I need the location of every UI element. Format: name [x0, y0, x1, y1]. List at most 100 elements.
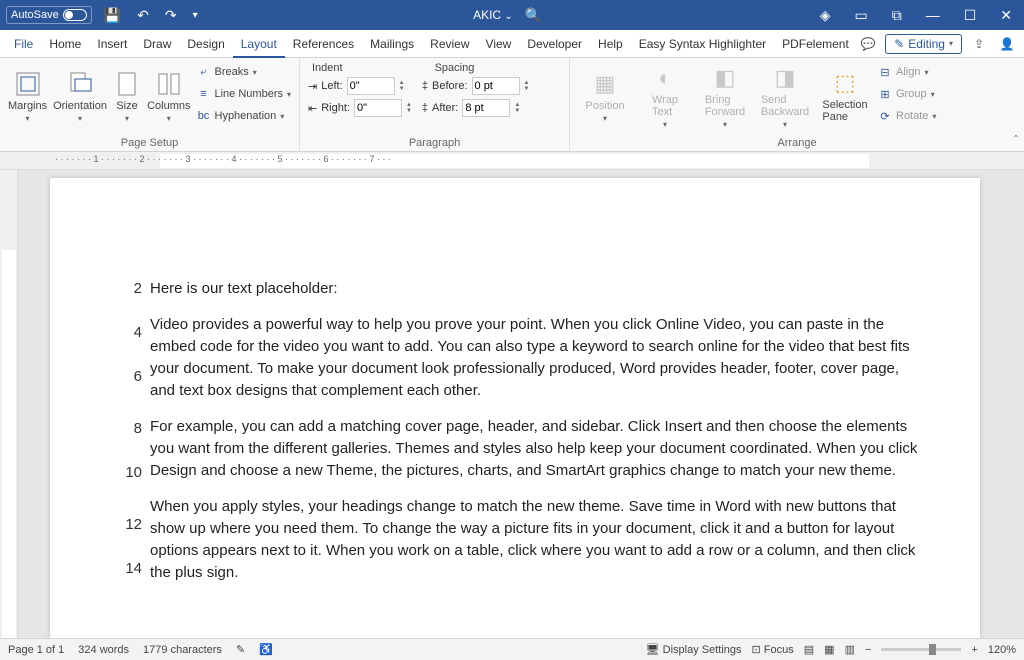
spellcheck-icon[interactable]: ✎ — [236, 643, 245, 656]
spacing-label: Spacing — [435, 62, 475, 74]
redo-icon[interactable]: ↷ — [161, 7, 181, 24]
rotate-button[interactable]: ⟳Rotate ▾ — [878, 106, 936, 126]
tab-references[interactable]: References — [285, 30, 362, 58]
canvas[interactable]: 2 4 6 8 10 12 14 Here is our text placeh… — [18, 170, 1024, 638]
space-before-input[interactable] — [472, 77, 520, 95]
spinner-icon[interactable]: ▲▼ — [524, 80, 530, 92]
zoom-out-button[interactable]: − — [865, 644, 871, 656]
title-right: ◈ ▭ ⧉ — ☐ ✕ — [814, 7, 1018, 24]
maximize-button[interactable]: ☐ — [958, 7, 983, 24]
group-paragraph: Indent Spacing ⇥Left:▲▼ ⇤Right:▲▼ ‡Befor… — [300, 58, 570, 151]
tab-esh[interactable]: Easy Syntax Highlighter — [631, 30, 774, 58]
paragraph[interactable]: Video provides a powerful way to help yo… — [150, 314, 920, 402]
zoom-in-button[interactable]: + — [971, 644, 977, 656]
space-after-input[interactable] — [462, 99, 510, 117]
tab-design[interactable]: Design — [179, 30, 232, 58]
focus-mode[interactable]: ⊡ Focus — [752, 643, 794, 656]
status-bar: Page 1 of 1 324 words 1779 characters ✎ … — [0, 638, 1024, 660]
wrap-text-button: ◐Wrap Text▾ — [638, 62, 692, 130]
close-button[interactable]: ✕ — [994, 7, 1018, 24]
comments-icon[interactable]: 💬 — [857, 33, 879, 55]
tab-home[interactable]: Home — [41, 30, 89, 58]
tab-mailings[interactable]: Mailings — [362, 30, 422, 58]
group-button[interactable]: ⊞Group ▾ — [878, 84, 936, 104]
editing-mode-button[interactable]: ✎ Editing ▾ — [885, 34, 962, 54]
spinner-icon[interactable]: ▲▼ — [399, 80, 405, 92]
undo-icon[interactable]: ↶ — [133, 7, 153, 24]
tab-pdfelement[interactable]: PDFelement — [774, 30, 857, 58]
zoom-slider[interactable] — [881, 648, 961, 651]
paragraph[interactable]: When you apply styles, your headings cha… — [150, 496, 920, 584]
columns-button[interactable]: Columns▾ — [147, 62, 190, 130]
send-backward-icon: ◨ — [771, 64, 799, 92]
tab-developer[interactable]: Developer — [519, 30, 590, 58]
indent-left-input[interactable] — [347, 77, 395, 95]
send-backward-button: ◨Send Backward▾ — [758, 62, 812, 130]
line-numbers-button[interactable]: ≡Line Numbers ▾ — [197, 84, 292, 104]
before-label: Before: — [432, 80, 467, 92]
paragraph[interactable]: For example, you can add a matching cove… — [150, 416, 920, 482]
group-label-paragraph: Paragraph — [308, 135, 561, 149]
account-icon[interactable]: 👤 — [996, 33, 1018, 55]
ribbon-display-icon[interactable]: ▭ — [848, 7, 873, 24]
tab-insert[interactable]: Insert — [89, 30, 135, 58]
align-button[interactable]: ⊟Align ▾ — [878, 62, 936, 82]
margins-button[interactable]: Margins▾ — [8, 62, 47, 130]
hyphenation-button[interactable]: bcHyphenation ▾ — [197, 106, 292, 126]
toggle-off-icon — [63, 9, 87, 21]
qat-dropdown-icon[interactable]: ▾ — [189, 10, 202, 21]
view-print-icon[interactable]: ▦ — [824, 643, 834, 656]
vertical-ruler[interactable] — [0, 170, 18, 638]
indent-right-icon: ⇤ — [308, 102, 317, 115]
document-body[interactable]: Here is our text placeholder: Video prov… — [150, 278, 920, 584]
minimize-button[interactable]: — — [920, 7, 946, 23]
group-icon: ⊞ — [878, 88, 892, 101]
ribbon: Margins▾ Orientation▾ Size▾ Columns▾ ⤶Br… — [0, 58, 1024, 152]
accessibility-icon[interactable]: ♿ — [259, 643, 273, 656]
page-count[interactable]: Page 1 of 1 — [8, 644, 64, 656]
title-bar: AutoSave 💾 ↶ ↷ ▾ AKIC ⌄ 🔍 ◈ ▭ ⧉ — ☐ ✕ — [0, 0, 1024, 30]
left-label: Left: — [321, 80, 342, 92]
horizontal-ruler[interactable]: · · · · · · · 1 · · · · · · · 2 · · · · … — [0, 152, 1024, 170]
window-mode-icon[interactable]: ⧉ — [886, 7, 908, 24]
size-button[interactable]: Size▾ — [113, 62, 141, 130]
page[interactable]: 2 4 6 8 10 12 14 Here is our text placeh… — [50, 178, 980, 638]
view-read-icon[interactable]: ▤ — [804, 643, 814, 656]
indent-right-input[interactable] — [354, 99, 402, 117]
word-count[interactable]: 324 words — [78, 644, 129, 656]
space-after-icon: ‡ — [422, 102, 428, 114]
selection-pane-button[interactable]: ⬚Selection Pane — [818, 62, 872, 130]
tabs-right: 💬 ✎ Editing ▾ ⇪ 👤 — [857, 33, 1018, 55]
zoom-level[interactable]: 120% — [988, 644, 1016, 656]
autosave-toggle[interactable]: AutoSave — [6, 6, 92, 24]
tab-view[interactable]: View — [478, 30, 520, 58]
char-count[interactable]: 1779 characters — [143, 644, 222, 656]
position-button: ▦Position▾ — [578, 62, 632, 130]
search-icon[interactable]: 🔍 — [525, 7, 542, 24]
spinner-icon[interactable]: ▲▼ — [406, 102, 412, 114]
premium-icon[interactable]: ◈ — [814, 7, 837, 24]
tab-help[interactable]: Help — [590, 30, 631, 58]
line-numbers-icon: ≡ — [197, 88, 211, 100]
tab-review[interactable]: Review — [422, 30, 477, 58]
tab-file[interactable]: File — [6, 30, 41, 58]
page-setup-small: ⤶Breaks ▾ ≡Line Numbers ▾ bcHyphenation … — [197, 62, 292, 126]
columns-icon — [155, 70, 183, 98]
spinner-icon[interactable]: ▲▼ — [514, 102, 520, 114]
group-label-page-setup: Page Setup — [8, 135, 291, 149]
tab-draw[interactable]: Draw — [135, 30, 179, 58]
view-web-icon[interactable]: ▥ — [845, 643, 855, 656]
ribbon-tabs: File Home Insert Draw Design Layout Refe… — [0, 30, 1024, 58]
collapse-ribbon-icon[interactable]: ˆ — [1014, 133, 1018, 147]
document-title[interactable]: AKIC ⌄ — [473, 8, 513, 22]
share-icon[interactable]: ⇪ — [968, 33, 990, 55]
pencil-icon: ✎ — [894, 37, 904, 51]
tab-layout[interactable]: Layout — [233, 30, 285, 58]
breaks-icon: ⤶ — [197, 66, 211, 79]
display-settings[interactable]: 🖥 Display Settings — [646, 643, 742, 656]
paragraph[interactable]: Here is our text placeholder: — [150, 278, 920, 300]
orientation-button[interactable]: Orientation▾ — [53, 62, 107, 130]
line-number-gutter: 2 4 6 8 10 12 14 — [120, 278, 142, 580]
breaks-button[interactable]: ⤶Breaks ▾ — [197, 62, 292, 82]
save-icon[interactable]: 💾 — [100, 7, 125, 24]
